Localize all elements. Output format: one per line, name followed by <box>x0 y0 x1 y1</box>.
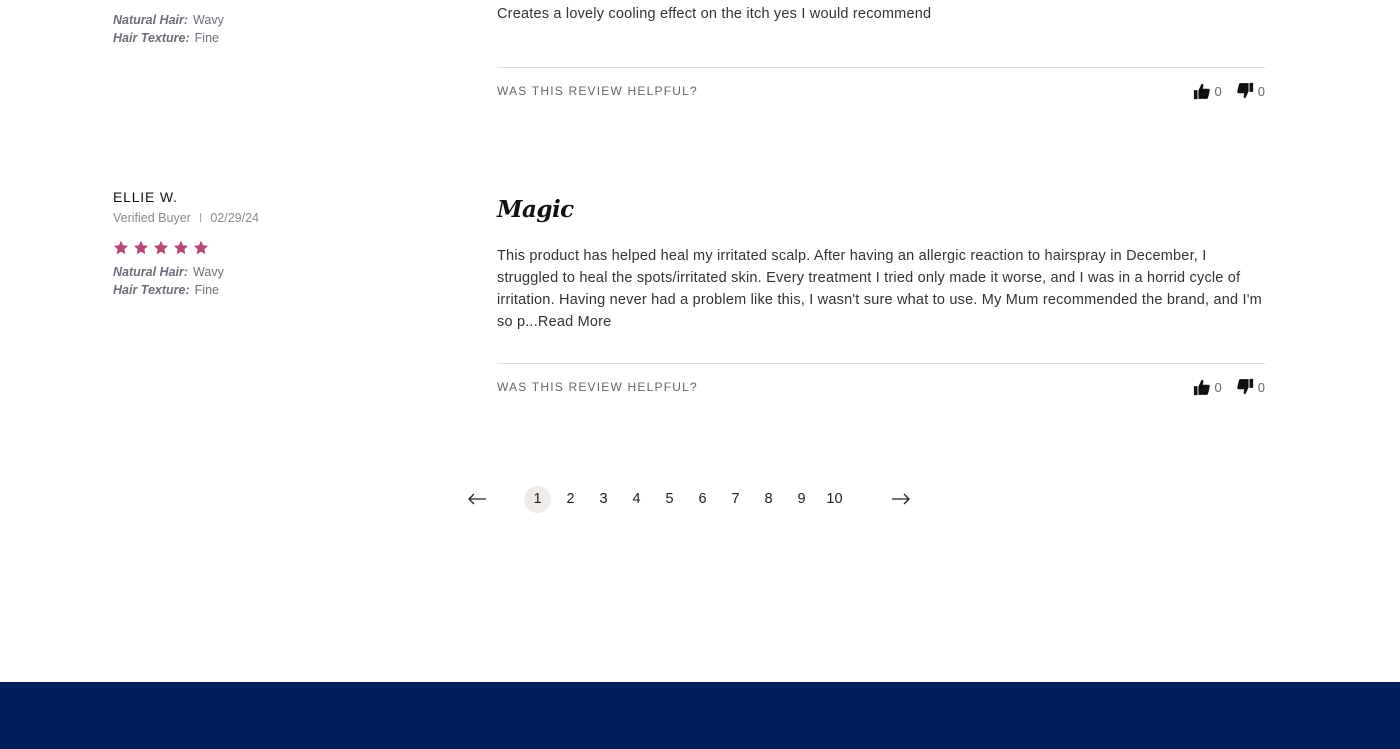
next-page-button[interactable] <box>884 484 918 514</box>
verified-row: Verified Buyer I 02/29/24 <box>113 210 443 226</box>
hair-texture-label: Hair Texture: <box>113 283 190 297</box>
page-number-10[interactable]: 10 <box>821 486 848 513</box>
thumbs-up-icon <box>1193 379 1210 396</box>
hair-texture-row: Hair Texture: Fine <box>113 29 443 47</box>
page-number-4[interactable]: 4 <box>623 486 650 513</box>
review-date: 02/29/24 <box>210 211 259 225</box>
downvote-count: 0 <box>1257 83 1265 99</box>
divider <box>497 363 1265 364</box>
thumbs-down-icon <box>1236 82 1253 99</box>
hair-texture-label: Hair Texture: <box>113 31 190 45</box>
helpful-row: WAS THIS REVIEW HELPFUL? 0 0 <box>497 79 1265 103</box>
review-body: Creates a lovely cooling effect on the i… <box>497 3 1265 103</box>
page-list: 1 2 3 4 5 6 7 8 9 10 <box>524 485 854 513</box>
star-icon <box>114 240 128 255</box>
vote-group: 0 0 <box>1193 82 1265 100</box>
downvote-button[interactable]: 0 <box>1236 82 1265 100</box>
star-icon <box>134 240 148 255</box>
natural-hair-label: Natural Hair: <box>113 13 189 27</box>
hair-texture-value: Fine <box>194 283 219 297</box>
thumbs-down-icon <box>1236 378 1253 395</box>
downvote-button[interactable]: 0 <box>1236 378 1265 396</box>
review-text-content: This product has helped heal my irritate… <box>497 248 1262 330</box>
upvote-button[interactable]: 0 <box>1193 378 1222 396</box>
helpful-row: WAS THIS REVIEW HELPFUL? 0 0 <box>497 375 1265 399</box>
star-rating <box>113 240 443 258</box>
natural-hair-value: Wavy <box>193 265 224 279</box>
page-number-1[interactable]: 1 <box>524 485 551 513</box>
divider <box>497 67 1265 68</box>
read-more-link[interactable]: Read More <box>538 314 612 330</box>
thumbs-up-icon <box>1193 83 1210 100</box>
review-body: Magic This product has helped heal my ir… <box>497 196 1265 399</box>
downvote-count: 0 <box>1257 379 1265 395</box>
natural-hair-row: Natural Hair: Wavy <box>113 263 443 281</box>
natural-hair-row: Natural Hair: Wavy <box>113 11 443 29</box>
star-icon <box>174 240 188 255</box>
page-number-7[interactable]: 7 <box>722 486 749 513</box>
reviewer-name: ELLIE W. <box>113 189 178 205</box>
review-title: Magic <box>497 196 574 223</box>
star-icon <box>154 240 168 255</box>
arrow-right-icon <box>892 493 910 505</box>
page-number-2[interactable]: 2 <box>557 486 584 513</box>
page-number-8[interactable]: 8 <box>755 486 782 513</box>
helpful-label: WAS THIS REVIEW HELPFUL? <box>497 380 698 394</box>
star-icon <box>194 240 208 255</box>
natural-hair-value: Wavy <box>193 13 224 27</box>
site-footer <box>0 682 1400 749</box>
prev-page-button[interactable] <box>460 484 494 514</box>
pagination: 1 2 3 4 5 6 7 8 9 10 <box>460 484 918 514</box>
arrow-left-icon <box>468 493 486 505</box>
upvote-count: 0 <box>1214 83 1222 99</box>
reviewer-meta: Natural Hair: Wavy Hair Texture: Fine <box>113 11 443 47</box>
review-text: This product has helped heal my irritate… <box>497 245 1265 333</box>
page-number-9[interactable]: 9 <box>788 486 815 513</box>
vote-group: 0 0 <box>1193 378 1265 396</box>
meta-separator: I <box>198 211 203 225</box>
hair-texture-row: Hair Texture: Fine <box>113 281 443 299</box>
review-text: Creates a lovely cooling effect on the i… <box>497 6 932 22</box>
helpful-label: WAS THIS REVIEW HELPFUL? <box>497 84 698 98</box>
hair-texture-value: Fine <box>194 31 219 45</box>
upvote-count: 0 <box>1214 379 1222 395</box>
page-number-6[interactable]: 6 <box>689 486 716 513</box>
upvote-button[interactable]: 0 <box>1193 82 1222 100</box>
verified-badge: Verified Buyer <box>113 211 191 225</box>
reviewer-meta: ELLIE W. Verified Buyer I 02/29/24 Natural… <box>113 188 443 299</box>
page-number-3[interactable]: 3 <box>590 486 617 513</box>
page-number-5[interactable]: 5 <box>656 486 683 513</box>
natural-hair-label: Natural Hair: <box>113 265 189 279</box>
